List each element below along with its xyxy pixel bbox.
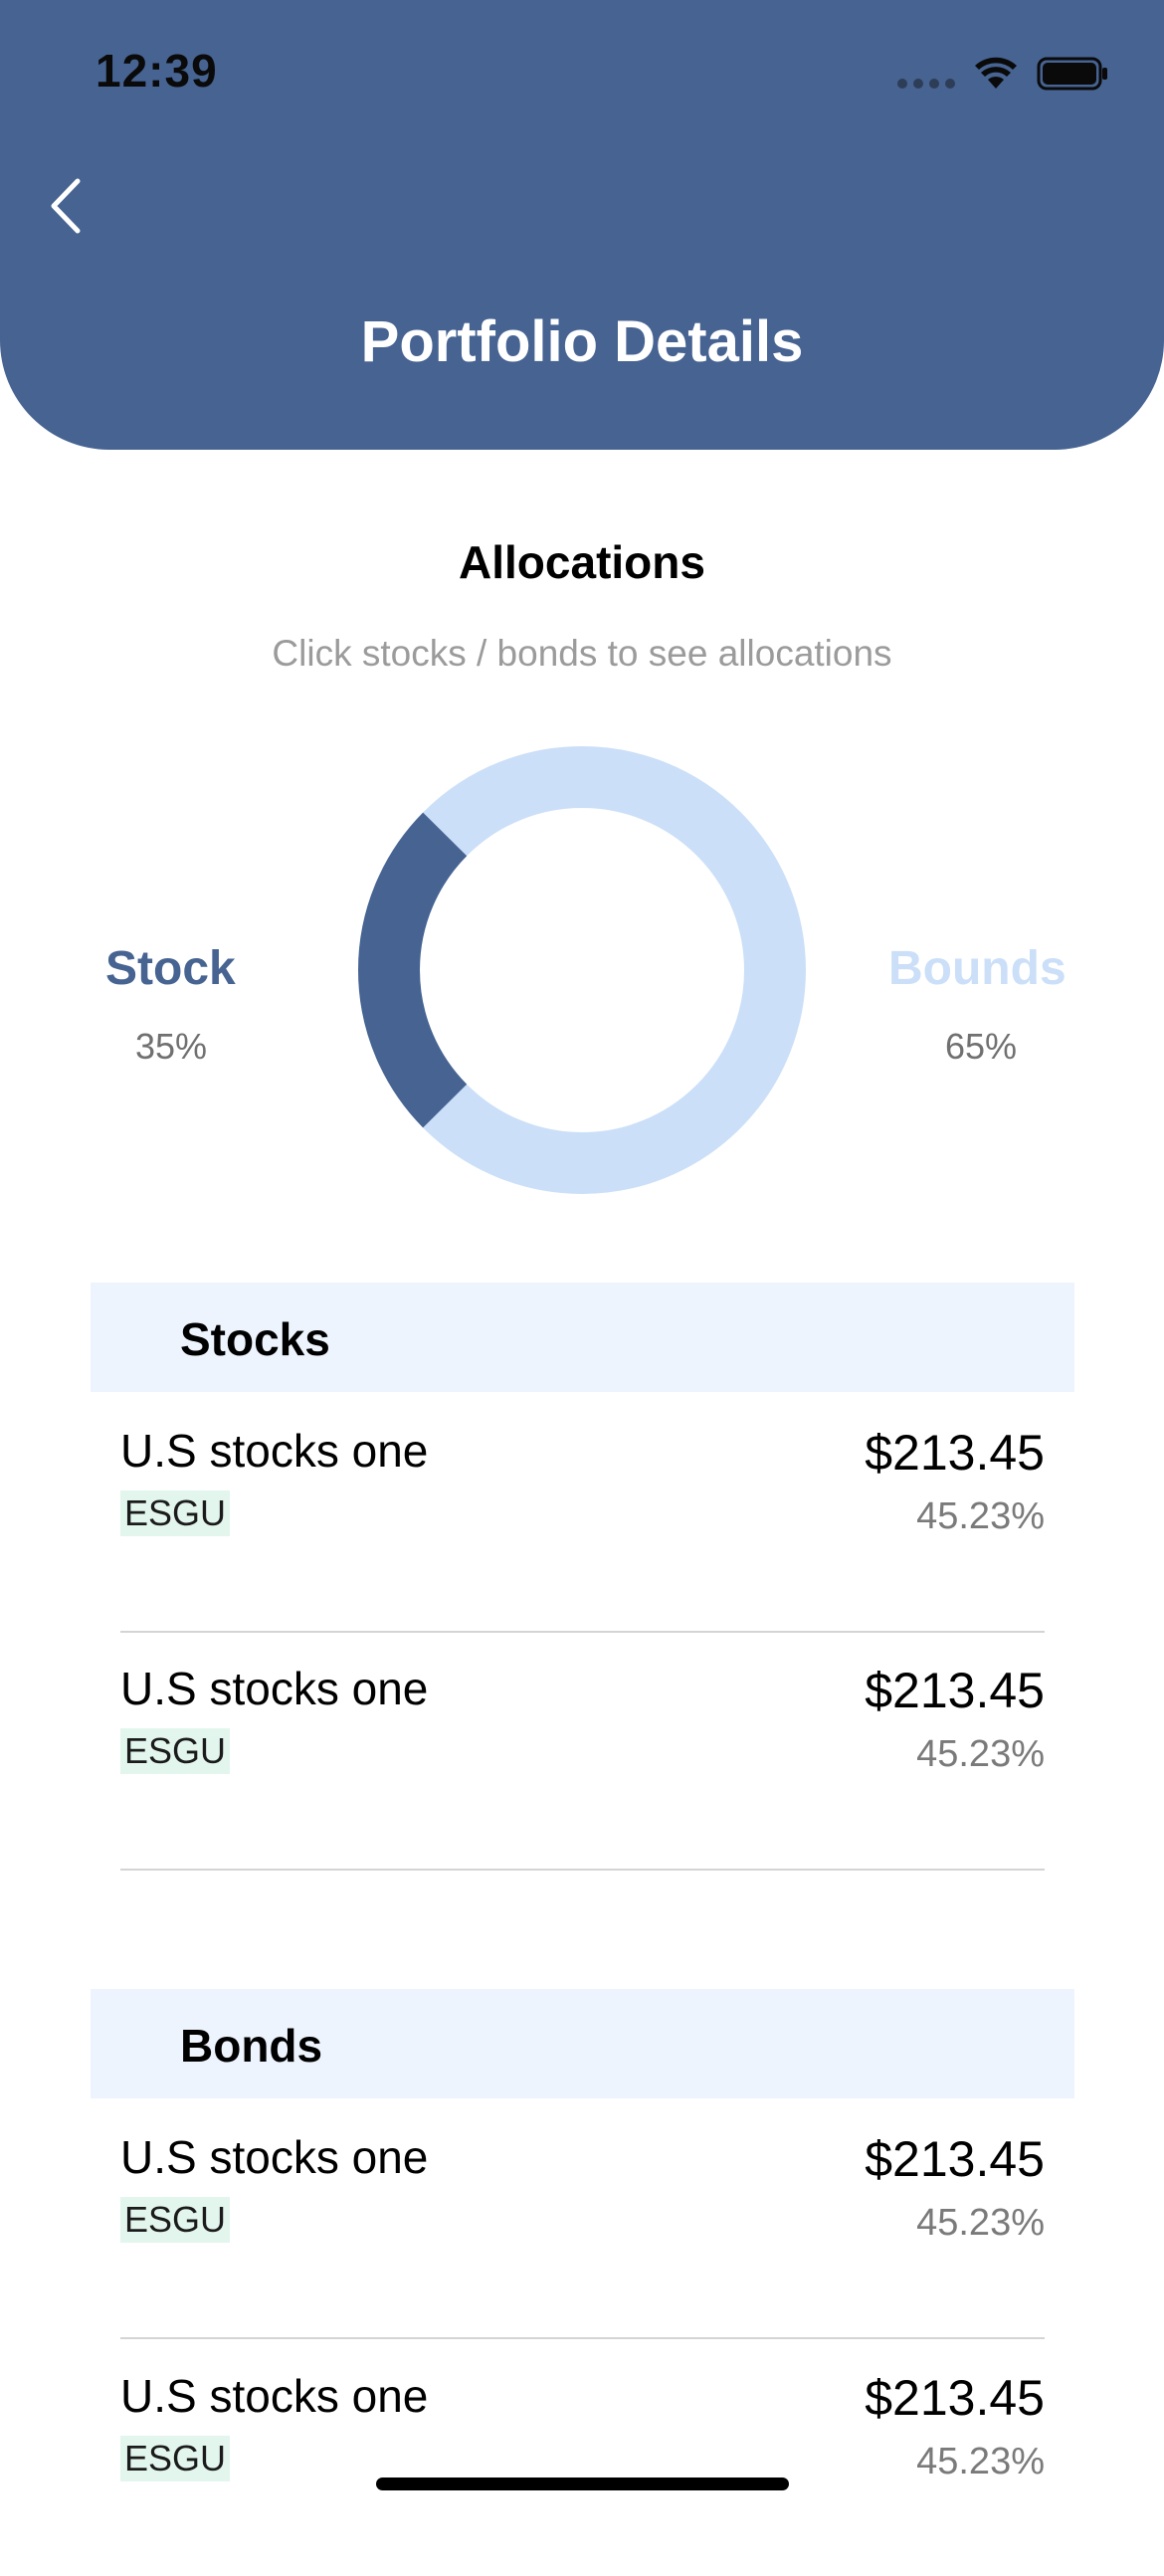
stock-legend-label[interactable]: Stock <box>105 941 236 996</box>
item-percent: 45.23% <box>916 1733 1045 1775</box>
stock-ring-segment[interactable] <box>358 812 468 1128</box>
item-name: U.S stocks one <box>120 1425 429 1477</box>
bonds-ring-segment[interactable] <box>358 746 806 1194</box>
item-name: U.S stocks one <box>120 1663 429 1714</box>
chevron-left-icon <box>51 178 81 234</box>
header: 12:39 Portfolio Details <box>0 0 1164 450</box>
bonds-legend-percent: 65% <box>945 1026 1018 1067</box>
item-price: $213.45 <box>865 2131 1045 2187</box>
section-title: Bonds <box>180 2020 323 2072</box>
status-icons <box>897 52 1108 96</box>
ticker-badge: ESGU <box>120 1728 231 1774</box>
list-item[interactable]: U.S stocks one ESGU $213.45 45.23% <box>120 2339 1045 2576</box>
item-percent: 45.23% <box>916 2441 1045 2482</box>
section-header-bonds: Bonds <box>91 1989 1074 2098</box>
section-title: Stocks <box>180 1313 330 1365</box>
bonds-legend-label[interactable]: Bounds <box>888 941 1067 996</box>
item-name: U.S stocks one <box>120 2131 429 2183</box>
battery-icon <box>1037 57 1107 91</box>
item-name: U.S stocks one <box>120 2370 429 2422</box>
allocations-subtitle: Click stocks / bonds to see allocations <box>272 633 892 674</box>
list-item[interactable]: U.S stocks one ESGU $213.45 45.23% <box>120 1632 1045 1871</box>
item-price: $213.45 <box>865 1425 1045 1481</box>
stock-legend-percent: 35% <box>135 1026 208 1067</box>
allocations-title: Allocations <box>459 536 705 588</box>
item-price: $213.45 <box>865 2370 1045 2426</box>
ticker-badge: ESGU <box>120 2436 231 2481</box>
item-percent: 45.23% <box>916 2202 1045 2244</box>
page-title: Portfolio Details <box>360 309 804 374</box>
item-price: $213.45 <box>865 1663 1045 1718</box>
status-time: 12:39 <box>96 45 218 97</box>
ticker-badge: ESGU <box>120 1490 231 1536</box>
list-item[interactable]: U.S stocks one ESGU $213.45 45.23% <box>120 1394 1045 1633</box>
list-item[interactable]: U.S stocks one ESGU $213.45 45.23% <box>120 2100 1045 2339</box>
back-button[interactable] <box>30 159 99 249</box>
allocation-donut-chart[interactable] <box>353 741 811 1199</box>
cellular-signal-icon <box>897 59 955 89</box>
ticker-badge: ESGU <box>120 2197 231 2243</box>
item-percent: 45.23% <box>916 1495 1045 1537</box>
section-header-stocks: Stocks <box>91 1283 1074 1392</box>
wifi-icon <box>975 57 1017 89</box>
home-indicator <box>376 2477 789 2490</box>
